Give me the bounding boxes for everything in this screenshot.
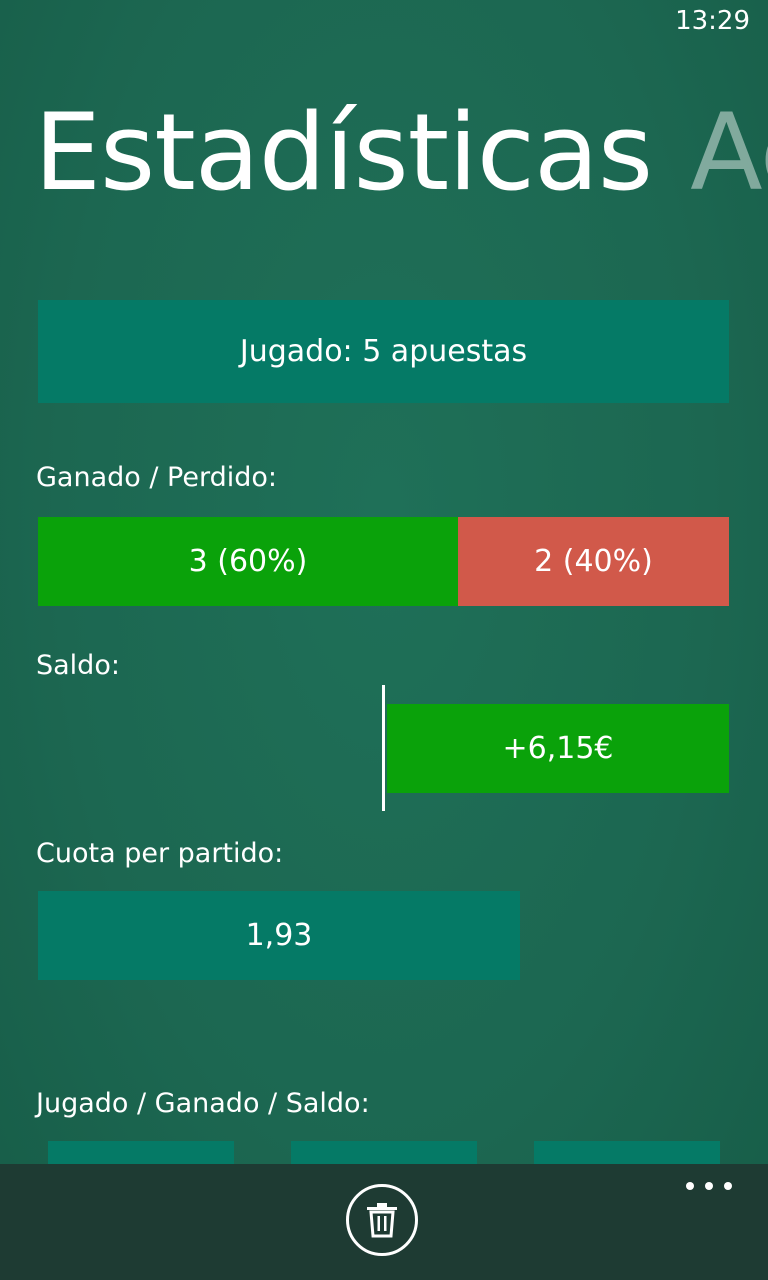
odds-bar: 1,93 [38, 891, 520, 980]
statistics-page: 13:29 Estadísticas Act Jugado: 5 apuestas… [0, 0, 768, 1280]
lost-bar: 2 (40%) [458, 517, 729, 606]
balance-zero-axis [382, 685, 385, 811]
won-bar: 3 (60%) [38, 517, 458, 606]
app-bar [0, 1164, 768, 1280]
status-time: 13:29 [675, 6, 750, 36]
won-lost-label: Ganado / Perdido: [36, 462, 277, 493]
balance-value: +6,15€ [502, 731, 614, 766]
lost-value: 2 (40%) [534, 544, 653, 579]
summary-label: Jugado / Ganado / Saldo: [36, 1088, 370, 1119]
pivot-item-next[interactable]: Act [690, 91, 768, 214]
delete-button[interactable] [346, 1184, 418, 1256]
odds-value: 1,93 [245, 918, 313, 953]
trash-icon [367, 1203, 397, 1238]
balance-label: Saldo: [36, 650, 120, 681]
won-value: 3 (60%) [188, 544, 308, 579]
more-icon[interactable] [686, 1178, 732, 1194]
balance-bar: +6,15€ [387, 704, 729, 793]
odds-label: Cuota per partido: [36, 838, 284, 869]
played-text: Jugado: 5 apuestas [239, 334, 528, 369]
pivot-header: Estadísticas Act [34, 88, 768, 218]
pivot-item-estadisticas[interactable]: Estadísticas [34, 91, 653, 214]
played-box: Jugado: 5 apuestas [38, 300, 729, 403]
